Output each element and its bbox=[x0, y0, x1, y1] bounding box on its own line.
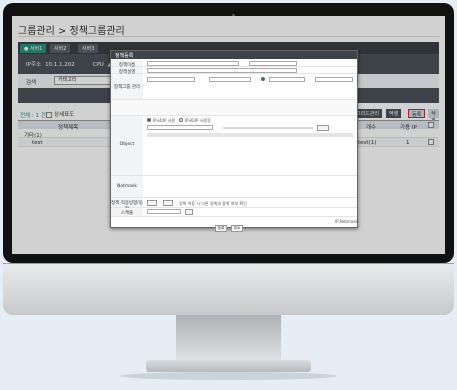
policy-name-input[interactable] bbox=[147, 61, 239, 66]
netmask-link[interactable]: IP Netmask bbox=[335, 219, 358, 224]
monitor-stand-neck bbox=[176, 315, 281, 363]
direction-in-button[interactable] bbox=[147, 200, 157, 206]
object-table-header bbox=[147, 133, 353, 137]
policy-desc-input[interactable] bbox=[147, 68, 297, 73]
row-schedule: 스케줄 bbox=[111, 208, 357, 217]
label-policy-name: 정책이름 bbox=[111, 60, 143, 68]
label-direction: 정책 적용방향/동작 bbox=[111, 198, 143, 212]
ipv6-radio-label: IPv6/IP 사용함 bbox=[185, 118, 211, 123]
label-policy-desc: 정책설명 bbox=[111, 67, 143, 75]
modal-save-button[interactable]: 등록 bbox=[215, 225, 227, 232]
row-netmask: Netmask bbox=[111, 176, 357, 198]
row-policy-name: 정책이름 bbox=[111, 60, 357, 68]
modal-cancel-button[interactable]: 취소 bbox=[231, 225, 243, 232]
direction-note: 정책 적용 시 다른 정책과 중복 여부 확인 bbox=[179, 201, 247, 206]
label-group-settings: 정책그룹 관리 bbox=[111, 74, 143, 99]
schedule-select[interactable] bbox=[147, 209, 181, 214]
row-group-settings: 정책그룹 관리 bbox=[111, 74, 357, 100]
policy-type-select[interactable] bbox=[249, 61, 297, 66]
monitor-stand-base bbox=[146, 360, 311, 372]
object-search-input[interactable] bbox=[147, 125, 213, 130]
dest-item-select[interactable] bbox=[315, 77, 353, 82]
row-policy-desc: 정책설명 bbox=[111, 67, 357, 75]
screen: 그룹관리 > 정책그룹관리 ● 서버1 서버2 서버3 IP주소 10.1.1.2… bbox=[12, 16, 445, 254]
monitor-chin bbox=[3, 263, 454, 315]
row-object: Object IPv4/IP 사용 IPv6/IP 사용함 bbox=[111, 116, 357, 176]
schedule-button[interactable] bbox=[185, 209, 193, 215]
label-schedule: 스케줄 bbox=[111, 208, 143, 216]
source-group-select[interactable] bbox=[147, 77, 195, 82]
ipv6-radio[interactable] bbox=[179, 118, 183, 122]
dest-group-select[interactable] bbox=[269, 77, 305, 82]
direction-out-button[interactable] bbox=[163, 200, 173, 206]
ipv4-radio[interactable] bbox=[147, 118, 151, 122]
label-netmask: Netmask bbox=[111, 176, 143, 197]
object-range-bar bbox=[223, 127, 313, 129]
direction-radio[interactable] bbox=[261, 77, 265, 81]
row-blank bbox=[111, 100, 357, 116]
modal-title: 정책등록 bbox=[111, 51, 357, 59]
source-item-select[interactable] bbox=[209, 77, 251, 82]
object-add-button[interactable] bbox=[317, 125, 329, 131]
row-direction: 정책 적용방향/동작 정책 적용 시 다른 정책과 중복 여부 확인 bbox=[111, 198, 357, 212]
ipv4-radio-label: IPv4/IP 사용 bbox=[153, 118, 176, 123]
policy-register-modal: 정책등록 정책이름 정책설명 정책그룹 관리 Object IPv4/IP 사용… bbox=[110, 50, 358, 232]
label-object: Object bbox=[111, 116, 143, 175]
stand-shadow bbox=[120, 372, 337, 380]
